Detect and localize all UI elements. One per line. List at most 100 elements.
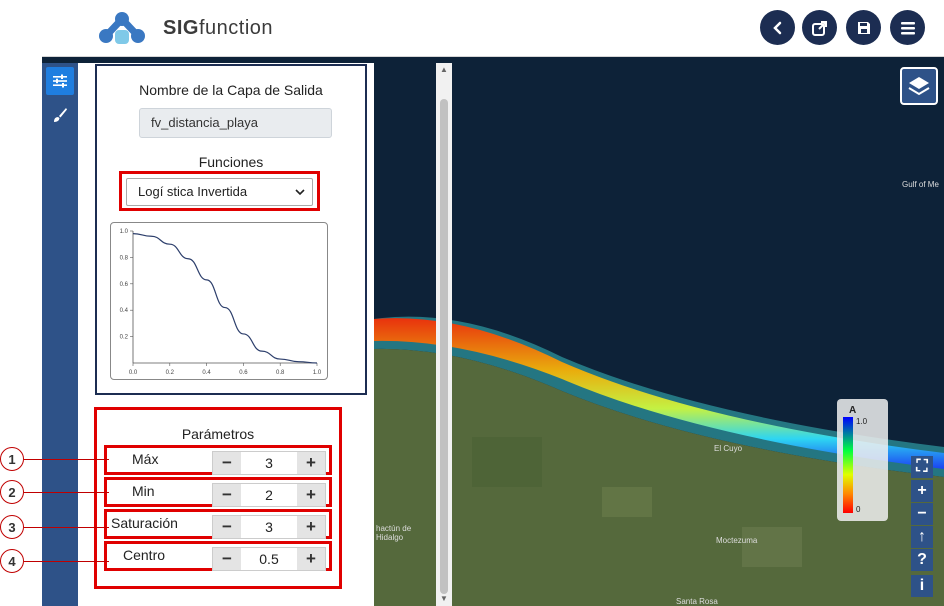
max-decrement-button[interactable]: − bbox=[213, 452, 241, 474]
help-icon: ? bbox=[917, 551, 927, 568]
chevron-left-icon bbox=[772, 21, 781, 34]
scroll-down-icon[interactable]: ▼ bbox=[440, 594, 448, 603]
chart-x-tick-label: 1.0 bbox=[313, 370, 322, 376]
chart-x-tick-label: 0.6 bbox=[239, 370, 248, 376]
chart-series-line bbox=[132, 233, 318, 364]
layers-icon bbox=[908, 77, 930, 96]
legend-colorbar bbox=[843, 417, 853, 513]
centro-decrement-button[interactable]: − bbox=[213, 548, 241, 570]
sliders-icon bbox=[53, 74, 67, 88]
function-curve-chart: 0.0 0.2 0.4 0.6 0.8 1.0 0.2 0.4 0.6 0.8 1.0 bbox=[110, 222, 328, 380]
legend-max: 1.0 bbox=[856, 417, 868, 426]
max-value[interactable]: 3 bbox=[241, 452, 297, 474]
functions-label: Funciones bbox=[198, 154, 264, 170]
min-value[interactable]: 2 bbox=[241, 484, 297, 506]
chart-y-tick-label: 1.0 bbox=[120, 229, 129, 235]
callout-line-3 bbox=[24, 527, 109, 528]
chart-x-tick-label: 0.8 bbox=[276, 370, 285, 376]
chart-y-tick-label: 0.4 bbox=[120, 308, 129, 314]
tool-strip bbox=[42, 63, 78, 606]
param-row-min: Min − 2 + bbox=[104, 477, 332, 507]
fullscreen-button[interactable]: ⛶ bbox=[911, 456, 933, 478]
map-label-santa-rosa: Santa Rosa bbox=[676, 597, 718, 606]
function-panel: Nombre de la Capa de Salida fv_distancia… bbox=[78, 63, 452, 606]
zoom-in-icon: + bbox=[917, 482, 927, 499]
param-label-saturacion: Saturación bbox=[111, 515, 178, 531]
help-button[interactable]: ? bbox=[911, 549, 933, 571]
function-select[interactable]: Logí stica Invertida bbox=[126, 178, 313, 206]
chart-y-tick-label: 0.6 bbox=[120, 282, 129, 288]
map-label-el-cuyo: El Cuyo bbox=[714, 444, 743, 453]
callout-2: 2 bbox=[0, 480, 24, 504]
legend-title: A bbox=[849, 405, 857, 416]
paintbrush-icon bbox=[54, 108, 67, 122]
callout-4: 4 bbox=[0, 549, 24, 573]
centro-increment-button[interactable]: + bbox=[297, 548, 325, 570]
chart-y-tick-label: 0.8 bbox=[120, 255, 129, 261]
info-icon: i bbox=[919, 577, 925, 594]
share-icon bbox=[811, 20, 827, 36]
function-select-highlight: Logí stica Invertida bbox=[119, 171, 320, 211]
param-row-max: Máx − 3 + bbox=[104, 445, 332, 475]
app-logo bbox=[99, 12, 145, 44]
curve-chart-svg: 0.0 0.2 0.4 0.6 0.8 1.0 0.2 0.4 0.6 0.8 1.0 bbox=[120, 229, 322, 376]
chart-x-tick-label: 0.4 bbox=[202, 370, 211, 376]
share-button[interactable] bbox=[802, 10, 837, 45]
parameters-title: Parámetros bbox=[181, 426, 255, 442]
callout-line-4 bbox=[24, 561, 109, 562]
panel-scrollbar-thumb[interactable] bbox=[440, 99, 448, 594]
centro-stepper: − 0.5 + bbox=[212, 547, 326, 571]
app-header: SIGfunction bbox=[42, 0, 944, 57]
north-arrow-icon: ↑ bbox=[918, 528, 926, 545]
zoom-in-button[interactable]: + bbox=[911, 480, 933, 502]
callout-line-2 bbox=[24, 492, 109, 493]
param-row-saturacion: Saturación − 3 + bbox=[104, 509, 332, 539]
output-layer-name-field[interactable]: fv_distancia_playa bbox=[139, 108, 332, 138]
layers-button[interactable] bbox=[900, 67, 938, 105]
param-label-centro: Centro bbox=[123, 547, 166, 563]
saturacion-value[interactable]: 3 bbox=[241, 516, 297, 538]
panel-scrollbar[interactable]: ▲ ▼ bbox=[436, 63, 452, 606]
min-stepper: − 2 + bbox=[212, 483, 326, 507]
parameters-group: Parámetros Máx − 3 + Min − 2 + Saturació… bbox=[94, 407, 342, 589]
fullscreen-icon: ⛶ bbox=[916, 458, 928, 475]
callout-1: 1 bbox=[0, 447, 24, 471]
callout-3: 3 bbox=[0, 515, 24, 539]
max-increment-button[interactable]: + bbox=[297, 452, 325, 474]
map-legend: A 1.0 0 bbox=[837, 399, 888, 521]
function-select-value: Logí stica Invertida bbox=[138, 184, 248, 199]
max-stepper: − 3 + bbox=[212, 451, 326, 475]
back-button[interactable] bbox=[760, 10, 795, 45]
min-increment-button[interactable]: + bbox=[297, 484, 325, 506]
legend-min: 0 bbox=[856, 505, 861, 514]
menu-icon bbox=[900, 21, 915, 34]
callout-line-1 bbox=[24, 459, 109, 460]
saturacion-stepper: − 3 + bbox=[212, 515, 326, 539]
chart-y-tick-label: 0.2 bbox=[120, 335, 129, 341]
param-label-max: Máx bbox=[132, 451, 159, 467]
scroll-up-icon[interactable]: ▲ bbox=[440, 65, 448, 74]
settings-tool-button[interactable] bbox=[46, 67, 74, 95]
saturacion-decrement-button[interactable]: − bbox=[213, 516, 241, 538]
param-row-centro: Centro − 0.5 + bbox=[104, 541, 332, 571]
app-title: SIGfunction bbox=[163, 17, 274, 39]
menu-button[interactable] bbox=[890, 10, 925, 45]
param-label-min: Min bbox=[132, 483, 155, 499]
north-button[interactable]: ↑ bbox=[911, 526, 933, 548]
map-label-gulf: Gulf of Me bbox=[902, 180, 939, 189]
zoom-out-button[interactable]: − bbox=[911, 503, 933, 525]
chevron-down-icon bbox=[295, 189, 305, 196]
output-layer-label: Nombre de la Capa de Salida bbox=[139, 82, 323, 98]
chart-x-tick-label: 0.2 bbox=[166, 370, 175, 376]
saturacion-increment-button[interactable]: + bbox=[297, 516, 325, 538]
min-decrement-button[interactable]: − bbox=[213, 484, 241, 506]
save-icon bbox=[857, 21, 870, 34]
map-label-hidalgo: hactún de Hidalgo bbox=[376, 524, 412, 542]
info-button[interactable]: i bbox=[911, 575, 933, 597]
function-settings-group: Nombre de la Capa de Salida fv_distancia… bbox=[95, 64, 367, 395]
save-button[interactable] bbox=[846, 10, 881, 45]
centro-value[interactable]: 0.5 bbox=[241, 548, 297, 570]
chart-x-tick-label: 0.0 bbox=[129, 370, 138, 376]
style-tool-button[interactable] bbox=[46, 101, 74, 129]
zoom-out-icon: − bbox=[917, 505, 927, 522]
